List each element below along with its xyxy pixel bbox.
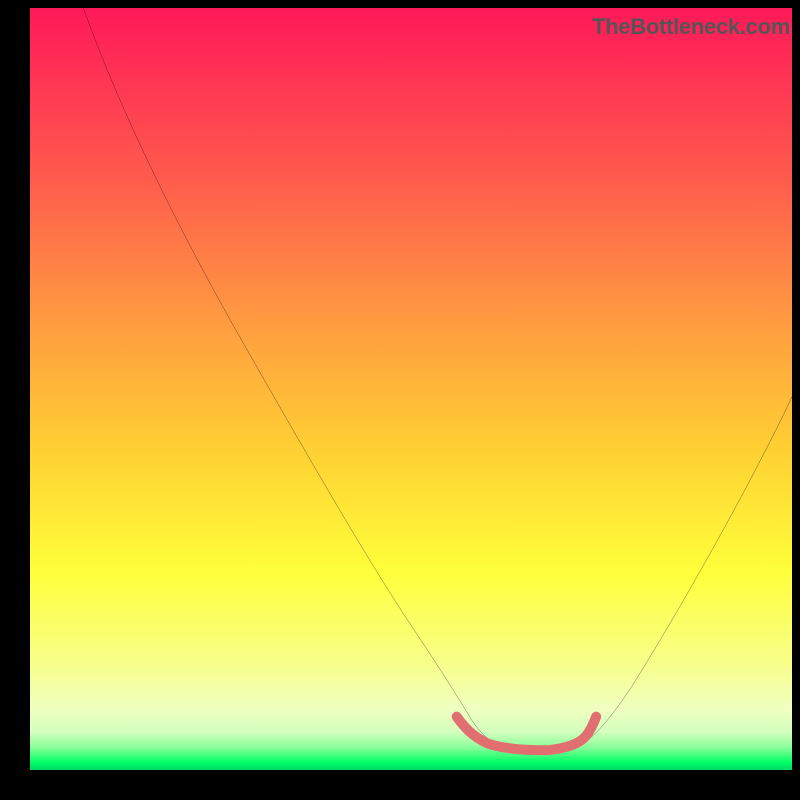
bottleneck-curve [83,8,792,750]
curve-overlay [30,8,792,770]
attribution-label: TheBottleneck.com [592,14,790,40]
chart-plot-area [30,8,792,770]
optimum-stub [457,717,596,751]
